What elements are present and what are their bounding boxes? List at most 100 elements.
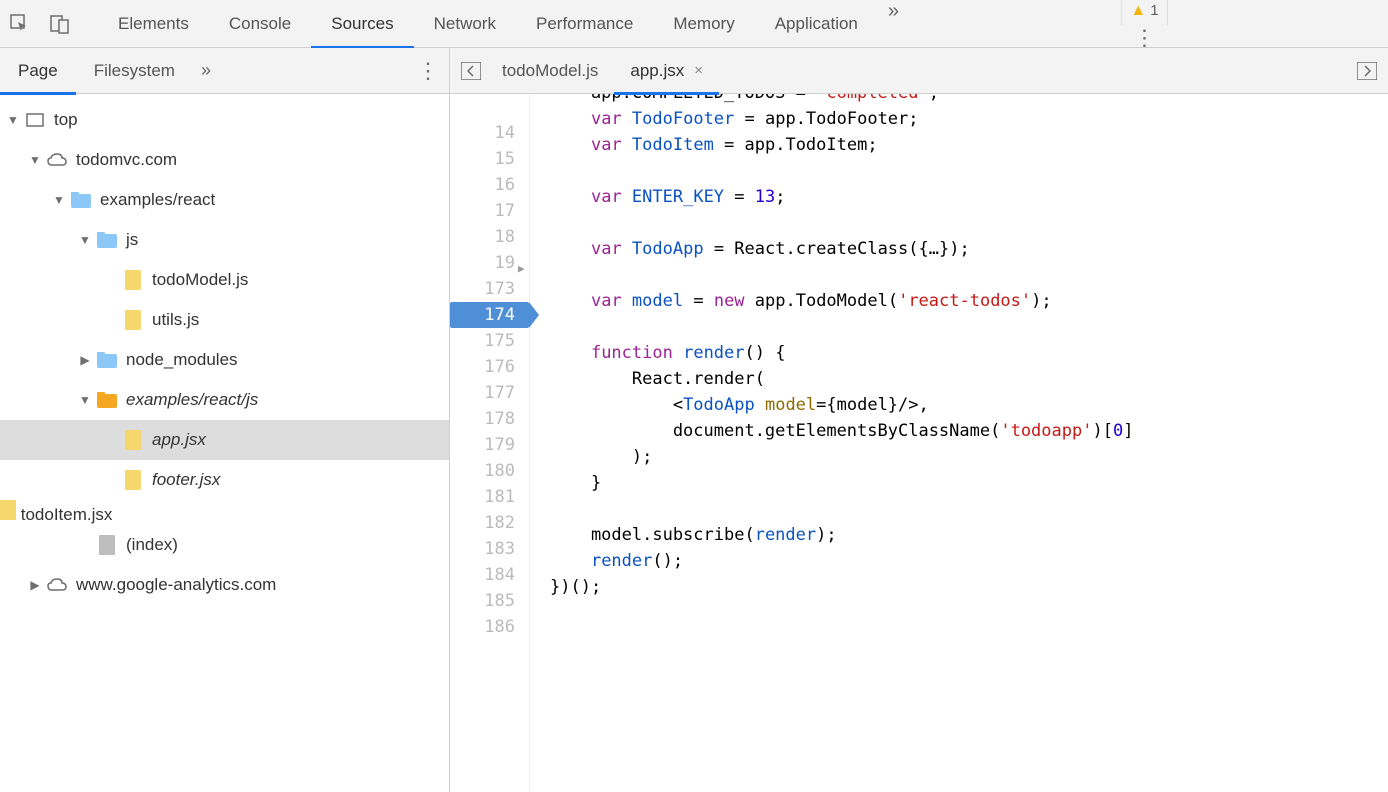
chevron-down-icon: ▼ <box>78 233 92 247</box>
editor-panel: todoModel.js app.jsx × 13 14 15 16 17 18… <box>450 48 1388 792</box>
tree-folder-js[interactable]: ▼ js <box>0 220 449 260</box>
tab-label: Performance <box>536 14 633 34</box>
tree-folder-examples-react-js[interactable]: ▼ examples/react/js <box>0 380 449 420</box>
tree-label: utils.js <box>152 310 199 330</box>
file-tree: ▼ top ▼ todomvc.com ▼ examples/react ▼ j… <box>0 94 449 792</box>
warnings-count: 1 <box>1150 2 1158 19</box>
tree-label: top <box>54 110 78 130</box>
file-tab-label: app.jsx <box>630 61 684 81</box>
navigator-tabs: Page Filesystem » ⋮ <box>0 48 449 94</box>
tab-application[interactable]: Application <box>755 0 878 48</box>
tab-elements[interactable]: Elements <box>98 0 209 48</box>
line-number[interactable]: 15 <box>450 146 515 172</box>
folder-icon <box>70 189 92 211</box>
chevron-right-icon: ▶ <box>28 578 42 592</box>
tab-label: Console <box>229 14 291 34</box>
main-split: Page Filesystem » ⋮ ▼ top ▼ todomvc.com … <box>0 48 1388 792</box>
open-file-tabs: todoModel.js app.jsx × <box>450 48 1388 94</box>
tab-memory[interactable]: Memory <box>653 0 754 48</box>
line-number[interactable]: 173 <box>450 276 515 302</box>
tree-file-todoitem-jsx[interactable]: todoItem.jsx <box>0 500 449 525</box>
tree-file-todomodel-js[interactable]: todoModel.js <box>0 260 449 300</box>
tree-label: (index) <box>126 535 178 555</box>
chevron-down-icon: ▼ <box>28 153 42 167</box>
tab-network[interactable]: Network <box>414 0 516 48</box>
more-navigator-tabs-icon[interactable]: » <box>193 60 219 81</box>
cloud-icon <box>46 574 68 596</box>
tree-label: www.google-analytics.com <box>76 575 276 595</box>
tree-file-utils-js[interactable]: utils.js <box>0 300 449 340</box>
file-icon <box>122 429 144 451</box>
fold-icon[interactable]: ▶ <box>518 256 525 282</box>
tab-label: Elements <box>118 14 189 34</box>
line-number[interactable]: 186 <box>450 614 515 640</box>
file-icon <box>122 309 144 331</box>
file-icon <box>122 269 144 291</box>
navigator-tab-filesystem[interactable]: Filesystem <box>76 48 193 94</box>
tab-label: Application <box>775 14 858 34</box>
tree-label: todoItem.jsx <box>21 505 113 524</box>
line-number[interactable]: 182 <box>450 510 515 536</box>
line-number[interactable]: 178 <box>450 406 515 432</box>
frame-icon <box>24 109 46 131</box>
inspect-element-icon[interactable] <box>6 10 34 38</box>
chevron-down-icon: ▼ <box>78 393 92 407</box>
device-toolbar-icon[interactable] <box>46 10 74 38</box>
line-number[interactable]: 183 <box>450 536 515 562</box>
tree-file-index[interactable]: (index) <box>0 525 449 565</box>
chevron-down-icon: ▼ <box>6 113 20 127</box>
line-number[interactable]: 16 <box>450 172 515 198</box>
file-tab-todomodel-js[interactable]: todoModel.js <box>486 48 614 94</box>
tree-domain-google-analytics[interactable]: ▶ www.google-analytics.com <box>0 565 449 605</box>
show-debugger-icon[interactable] <box>1352 56 1382 86</box>
line-number[interactable]: 17 <box>450 198 515 224</box>
file-icon <box>96 534 118 556</box>
chevron-down-icon: ▼ <box>52 193 66 207</box>
tree-domain-todomvc[interactable]: ▼ todomvc.com <box>0 140 449 180</box>
warnings-badge[interactable]: ▲ 1 <box>1121 0 1167 25</box>
line-number[interactable]: 180 <box>450 458 515 484</box>
tree-label: app.jsx <box>152 430 206 450</box>
line-number[interactable]: 177 <box>450 380 515 406</box>
tab-console[interactable]: Console <box>209 0 311 48</box>
navigator-panel: Page Filesystem » ⋮ ▼ top ▼ todomvc.com … <box>0 48 450 792</box>
line-number[interactable]: 184 <box>450 562 515 588</box>
more-tabs-icon[interactable]: » <box>878 0 909 48</box>
tree-folder-examples-react[interactable]: ▼ examples/react <box>0 180 449 220</box>
line-number[interactable]: 176 <box>450 354 515 380</box>
tree-label: node_modules <box>126 350 238 370</box>
tree-top-frame[interactable]: ▼ top <box>0 100 449 140</box>
line-number[interactable]: 181 <box>450 484 515 510</box>
code-content[interactable]: app.COMPLETED_TODOS = 'completed'; var T… <box>530 94 1388 792</box>
line-number[interactable]: 19▶ <box>450 250 515 276</box>
navigator-tab-page[interactable]: Page <box>0 48 76 94</box>
folder-icon <box>96 349 118 371</box>
code-editor[interactable]: 13 14 15 16 17 18 19▶ 173 174 175 176 17… <box>450 94 1388 792</box>
ltab-label: Page <box>18 61 58 81</box>
line-number-gutter[interactable]: 13 14 15 16 17 18 19▶ 173 174 175 176 17… <box>450 94 530 792</box>
folder-icon <box>96 229 118 251</box>
tab-label: Network <box>434 14 496 34</box>
line-number[interactable]: 179 <box>450 432 515 458</box>
navigator-kebab-icon[interactable]: ⋮ <box>417 58 439 84</box>
line-number[interactable]: 175 <box>450 328 515 354</box>
file-tab-app-jsx[interactable]: app.jsx × <box>614 48 719 94</box>
tree-file-app-jsx[interactable]: app.jsx <box>0 420 449 460</box>
tree-label: todomvc.com <box>76 150 177 170</box>
breakpoint-marker[interactable]: 174 <box>450 302 529 328</box>
show-navigator-icon[interactable] <box>456 56 486 86</box>
tab-sources[interactable]: Sources <box>311 0 413 48</box>
tab-performance[interactable]: Performance <box>516 0 653 48</box>
file-tab-label: todoModel.js <box>502 61 598 81</box>
close-tab-icon[interactable]: × <box>694 62 703 79</box>
cloud-icon <box>46 149 68 171</box>
tree-file-footer-jsx[interactable]: footer.jsx <box>0 460 449 500</box>
line-number[interactable]: 185 <box>450 588 515 614</box>
chevron-right-icon: ▶ <box>78 353 92 367</box>
line-number[interactable]: 14 <box>450 120 515 146</box>
file-icon <box>0 505 16 524</box>
tree-folder-node-modules[interactable]: ▶ node_modules <box>0 340 449 380</box>
settings-kebab-icon[interactable]: ⋮ <box>1122 25 1168 51</box>
tab-label: Memory <box>673 14 734 34</box>
line-number[interactable]: 18 <box>450 224 515 250</box>
